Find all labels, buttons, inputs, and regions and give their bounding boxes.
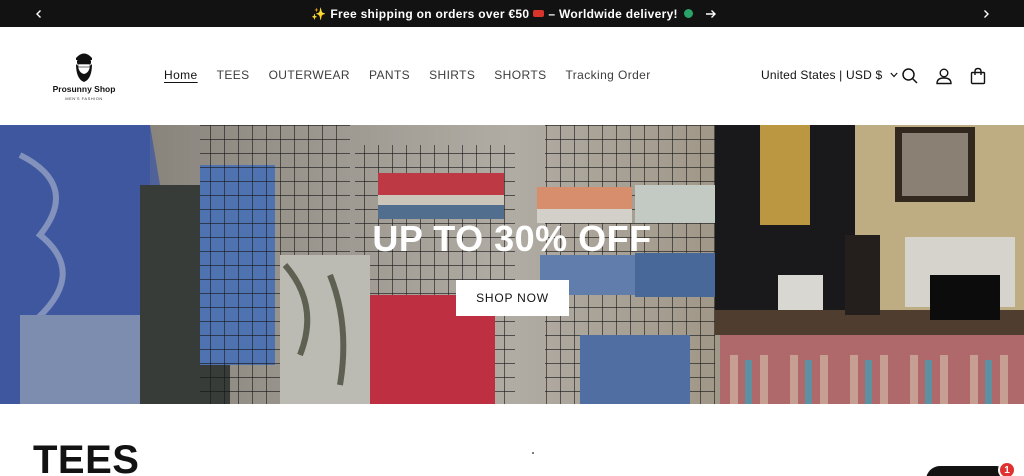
nav-item-shorts[interactable]: SHORTS [494,67,546,83]
account-button[interactable] [934,66,954,86]
shop-logo[interactable]: Prosunny Shop MEN'S FASHION [45,49,123,107]
announcement-bar: ✨ Free shipping on orders over €50 – Wor… [0,0,1024,27]
cart-button[interactable] [968,66,988,86]
divider-dot [532,452,534,454]
search-icon [902,68,918,84]
announcement-next-button[interactable] [971,0,1001,27]
nav-item-tracking-order[interactable]: Tracking Order [565,67,650,83]
site-header: Prosunny Shop MEN'S FASHION Home TEES OU… [0,27,1024,125]
globe-icon [683,9,693,18]
chevron-right-icon [984,9,989,18]
nav-item-home[interactable]: Home [164,67,198,83]
sparkles-icon: ✨ [311,6,327,21]
bearded-man-logo-icon [76,53,92,82]
nav-item-outerwear[interactable]: OUTERWEAR [269,67,350,83]
nav-item-pants[interactable]: PANTS [369,67,410,83]
search-button[interactable] [900,66,920,86]
hero-content: UP TO 30% OFF [0,219,1024,259]
country-currency-label: United States | USD $ [761,68,883,82]
announcement-message[interactable]: ✨ Free shipping on orders over €50 – Wor… [0,0,1024,27]
hero-title: UP TO 30% OFF [372,218,652,259]
arrow-right-icon [705,9,716,18]
country-currency-selector[interactable]: United States | USD $ [761,68,899,82]
announcement-text-1: Free shipping on orders over €50 [330,6,530,21]
chevron-down-icon [890,72,899,78]
main-nav: Home TEES OUTERWEAR PANTS SHIRTS SHORTS … [164,67,670,83]
chat-notification-badge: 1 [998,461,1016,476]
account-icon [936,68,952,85]
announcement-text-2: – Worldwide delivery! [548,6,678,21]
truck-icon [533,10,545,17]
section-title: TEES [33,438,140,476]
hero-banner: UP TO 30% OFF SHOP NOW [0,125,1024,404]
cart-icon [970,67,986,85]
logo-name: Prosunny Shop [52,84,116,94]
shop-now-button[interactable]: SHOP NOW [456,280,569,316]
nav-item-tees[interactable]: TEES [217,67,250,83]
nav-item-shirts[interactable]: SHIRTS [429,67,475,83]
store-interior-image [0,125,1024,404]
logo-tagline: MEN'S FASHION [65,96,103,101]
